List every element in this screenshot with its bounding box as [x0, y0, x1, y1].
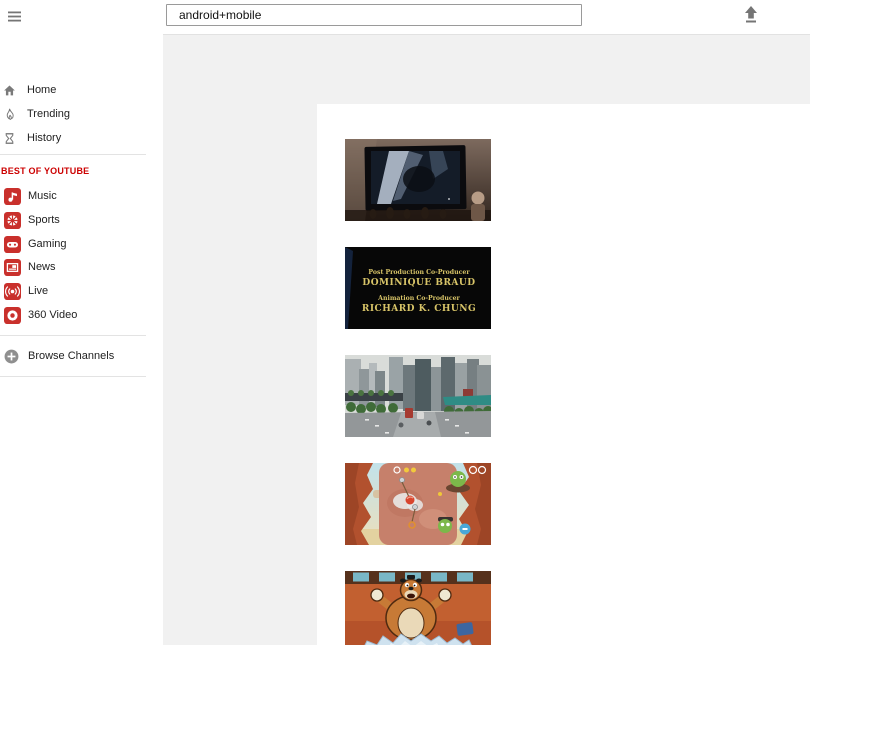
video-thumbnail-tv-screen[interactable]	[345, 139, 491, 221]
live-broadcast-icon	[4, 282, 21, 300]
sidebar-section-title: BEST OF YOUTUBE	[1, 166, 90, 176]
upload-icon	[741, 6, 761, 29]
sidebar-item-music[interactable]: Music	[0, 184, 164, 208]
sidebar-divider	[0, 154, 146, 155]
sidebar-divider	[0, 376, 146, 377]
sidebar-item-news[interactable]: News	[0, 255, 164, 279]
sidebar-item-label: History	[27, 132, 62, 144]
sidebar-item-label: Home	[27, 84, 57, 96]
video-thumbnail-movie-credits[interactable]: Post Production Co-Producer DOMINIQUE BR…	[345, 247, 491, 329]
hamburger-icon	[5, 11, 25, 30]
plus-circle-icon	[4, 349, 19, 364]
sidebar-item-360-video[interactable]: 360 Video	[0, 303, 164, 327]
sidebar-item-label: Trending	[27, 108, 71, 120]
svg-text:Animation Co-Producer: Animation Co-Producer	[377, 295, 460, 302]
home-icon	[3, 84, 16, 97]
sidebar: Home Trending History BEST OF YOUTUBE Mu…	[0, 34, 163, 645]
sidebar-item-label: Gaming	[28, 238, 67, 250]
video-thumbnail-city-street[interactable]	[345, 355, 491, 437]
sidebar-item-home[interactable]: Home	[0, 78, 163, 102]
svg-text:Post Production Co-Producer: Post Production Co-Producer	[368, 269, 470, 276]
sidebar-item-live[interactable]: Live	[0, 279, 164, 303]
sidebar-item-history[interactable]: History	[0, 126, 163, 150]
sidebar-item-trending[interactable]: Trending	[0, 102, 163, 126]
sidebar-item-label: News	[28, 261, 56, 273]
sidebar-item-sports[interactable]: Sports	[0, 208, 164, 232]
gamepad-icon	[4, 235, 21, 253]
video-thumbnail-cartoon[interactable]	[345, 571, 491, 645]
hourglass-icon	[3, 132, 16, 145]
sidebar-item-label: Sports	[28, 214, 60, 226]
sidebar-item-gaming[interactable]: Gaming	[0, 232, 164, 256]
svg-text:RICHARD K. CHUNG: RICHARD K. CHUNG	[362, 304, 476, 314]
svg-text:DOMINIQUE BRAUD: DOMINIQUE BRAUD	[362, 278, 475, 288]
flame-icon	[3, 108, 16, 121]
basketball-icon	[4, 211, 21, 229]
sidebar-divider	[0, 335, 146, 336]
results-panel: Post Production Co-Producer DOMINIQUE BR…	[317, 104, 810, 645]
video-thumbnail-game-level[interactable]	[345, 463, 491, 545]
youtube-app: Home Trending History BEST OF YOUTUBE	[0, 0, 884, 735]
top-bar	[0, 0, 810, 35]
search-input[interactable]	[166, 4, 582, 26]
sidebar-item-label: Live	[28, 285, 49, 297]
upload-button[interactable]	[741, 4, 761, 26]
hamburger-menu-button[interactable]	[5, 7, 25, 27]
sidebar-item-browse-channels[interactable]: Browse Channels	[0, 344, 164, 368]
sidebar-item-label: 360 Video	[28, 309, 78, 321]
music-icon	[4, 187, 21, 205]
360-video-icon	[4, 306, 21, 324]
sidebar-item-label: Browse Channels	[28, 350, 115, 362]
newspaper-icon	[4, 258, 21, 276]
sidebar-item-label: Music	[28, 190, 57, 202]
